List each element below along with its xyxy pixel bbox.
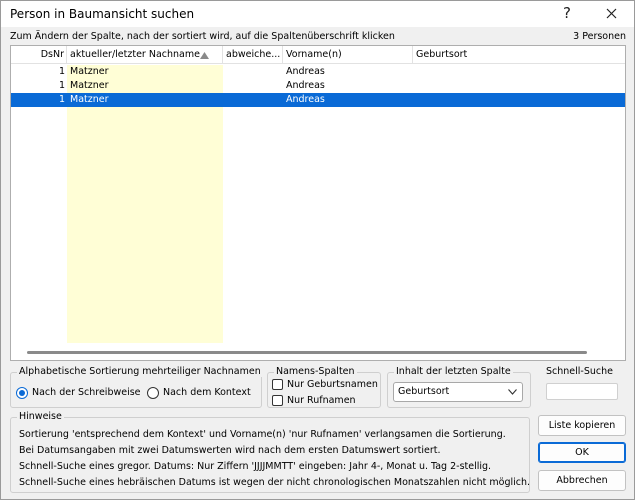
checkbox-unchecked-icon — [272, 379, 283, 390]
ok-button[interactable]: OK — [538, 442, 626, 463]
cell-nachname: Matzner — [70, 66, 109, 77]
cell-vorname: Andreas — [286, 66, 325, 77]
cell-abweichend — [226, 65, 281, 79]
person-count: 3 Personen — [573, 31, 626, 42]
list-header: DsNr aktueller/letzter Nachname abweiche… — [11, 46, 625, 64]
hint-text: Schnell-Suche eines hebräischen Datums i… — [19, 477, 531, 488]
hint-text: Schnell-Suche eines gregor. Datums: Nur … — [19, 461, 492, 472]
radio-selected-icon — [16, 387, 28, 399]
column-header-nachname-label: aktueller/letzter Nachname — [70, 49, 200, 60]
dialog-window: Person in Baumansicht suchen ? Zum Änder… — [0, 0, 635, 500]
sort-ascending-icon — [200, 52, 209, 59]
cell-nachname: Matzner — [70, 94, 109, 105]
column-header-dsnr[interactable]: DsNr — [11, 46, 67, 64]
cell-dsnr: 1 — [58, 80, 65, 91]
person-list[interactable]: DsNr aktueller/letzter Nachname abweiche… — [10, 45, 626, 361]
hint-text: Sortierung 'entsprechend dem Kontext' un… — [19, 429, 506, 440]
alpha-sort-label: Alphabetische Sortierung mehrteiliger Na… — [17, 366, 263, 377]
checkbox-label: Nur Rufnamen — [287, 395, 356, 406]
horizontal-scrollbar[interactable] — [27, 351, 587, 354]
hint-text: Bei Datumsangaben mit zwei Datumswerten … — [19, 445, 441, 456]
radio-label: Nach der Schreibweise — [32, 387, 141, 398]
radio-unselected-icon — [147, 387, 159, 399]
cell-dsnr: 1 — [58, 66, 65, 77]
checkbox-label: Nur Geburtsnamen — [287, 379, 378, 390]
close-button[interactable] — [591, 1, 631, 27]
cell-geburtsort — [416, 65, 616, 79]
radio-label: Nach dem Kontext — [163, 387, 251, 398]
chevron-down-icon — [508, 389, 517, 395]
help-button[interactable]: ? — [547, 1, 587, 27]
table-row-selected[interactable]: 1 Matzner Andreas — [11, 93, 625, 107]
cell-vorname: Andreas — [286, 80, 325, 91]
checkbox-unchecked-icon — [272, 395, 283, 406]
cell-geburtsort — [416, 93, 616, 107]
column-header-abweichend[interactable]: abweiche... — [223, 46, 283, 64]
copy-list-button[interactable]: Liste kopieren — [538, 415, 626, 436]
last-column-select[interactable]: Geburtsort — [393, 382, 523, 402]
column-header-vorname[interactable]: Vorname(n) — [283, 46, 413, 64]
cell-vorname: Andreas — [286, 94, 325, 105]
schnell-suche-label: Schnell-Suche — [546, 366, 613, 377]
select-value: Geburtsort — [398, 386, 450, 397]
cell-nachname: Matzner — [70, 80, 109, 91]
hinweise-group: Hinweise Sortierung 'entsprechend dem Ko… — [10, 411, 531, 493]
cancel-button[interactable]: Abbrechen — [538, 470, 626, 491]
title-bar: Person in Baumansicht suchen ? — [1, 1, 634, 27]
namens-spalten-label: Namens-Spalten — [274, 366, 357, 377]
cell-abweichend — [226, 79, 281, 93]
cell-dsnr: 1 — [58, 94, 65, 105]
close-icon — [606, 8, 616, 19]
table-row[interactable]: 1 Matzner Andreas — [11, 65, 625, 79]
cell-geburtsort — [416, 79, 616, 93]
inhalt-label: Inhalt der letzten Spalte — [394, 366, 513, 377]
window-title: Person in Baumansicht suchen — [10, 7, 195, 21]
hinweise-label: Hinweise — [17, 411, 64, 422]
column-header-geburtsort[interactable]: Geburtsort — [413, 46, 625, 64]
sort-hint: Zum Ändern der Spalte, nach der sortiert… — [10, 31, 395, 42]
schnell-suche-input[interactable] — [546, 383, 618, 400]
cell-abweichend — [226, 93, 281, 107]
table-row[interactable]: 1 Matzner Andreas — [11, 79, 625, 93]
